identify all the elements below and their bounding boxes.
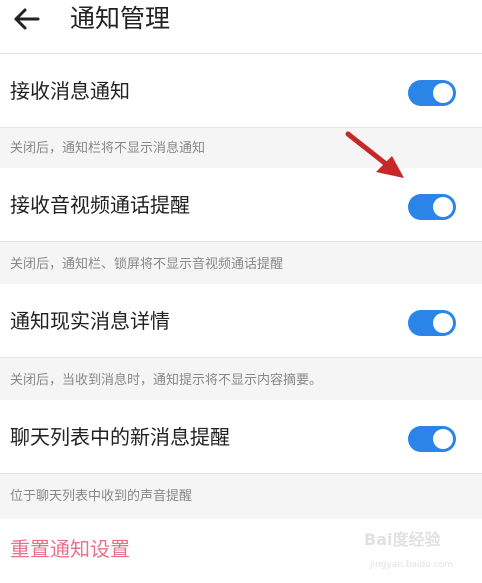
setting-row-message-notification[interactable]: 接收消息通知 xyxy=(0,54,482,128)
setting-label: 通知现实消息详情 xyxy=(10,309,170,333)
watermark-url: jingyan.baidu.com xyxy=(370,560,454,570)
setting-description: 位于聊天列表中收到的声音提醒 xyxy=(10,489,193,504)
chat-list-reminder-toggle[interactable] xyxy=(408,426,456,452)
setting-description: 关闭后，通知栏将不显示消息通知 xyxy=(10,141,206,156)
toggle-knob xyxy=(433,197,453,217)
page-title: 通知管理 xyxy=(70,4,171,33)
annotation-arrow-icon xyxy=(345,131,404,178)
setting-row-chat-list-reminder[interactable]: 聊天列表中的新消息提醒 xyxy=(0,400,482,474)
message-details-toggle[interactable] xyxy=(408,310,456,336)
baidu-watermark: Bai度经验 jingyan.baidu.com xyxy=(362,526,476,578)
toggle-knob xyxy=(433,429,453,449)
setting-label: 聊天列表中的新消息提醒 xyxy=(10,425,230,449)
setting-label: 接收消息通知 xyxy=(10,79,130,103)
message-notification-toggle[interactable] xyxy=(408,80,456,106)
setting-description: 关闭后，通知栏、锁屏将不显示音视频通话提醒 xyxy=(10,257,284,272)
setting-row-message-details[interactable]: 通知现实消息详情 xyxy=(0,284,482,358)
reset-notification-settings-button[interactable]: 重置通知设置 xyxy=(10,535,130,563)
app-header: 通知管理 xyxy=(0,0,482,54)
setting-label: 接收音视频通话提醒 xyxy=(10,193,190,217)
setting-description: 关闭后，当收到消息时，通知提示将不显示内容摘要。 xyxy=(10,373,323,388)
av-call-reminder-toggle[interactable] xyxy=(408,194,456,220)
back-button[interactable] xyxy=(8,4,44,34)
back-arrow-icon xyxy=(14,8,40,30)
toggle-knob xyxy=(433,313,453,333)
watermark-text: Bai度经验 xyxy=(364,530,441,549)
toggle-knob xyxy=(433,83,453,103)
